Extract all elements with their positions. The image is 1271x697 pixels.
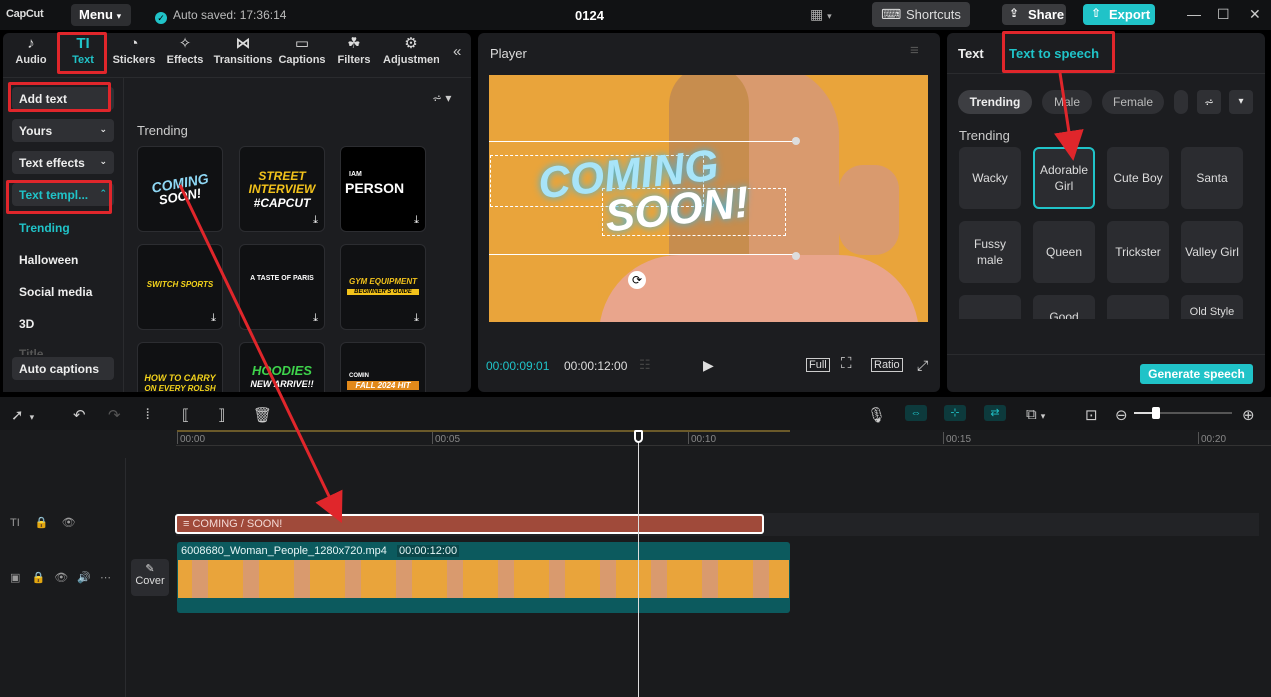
annotation-arrows: [178, 72, 1084, 524]
annotation-arrow: [178, 184, 343, 524]
annotation-arrow: [1054, 72, 1084, 161]
